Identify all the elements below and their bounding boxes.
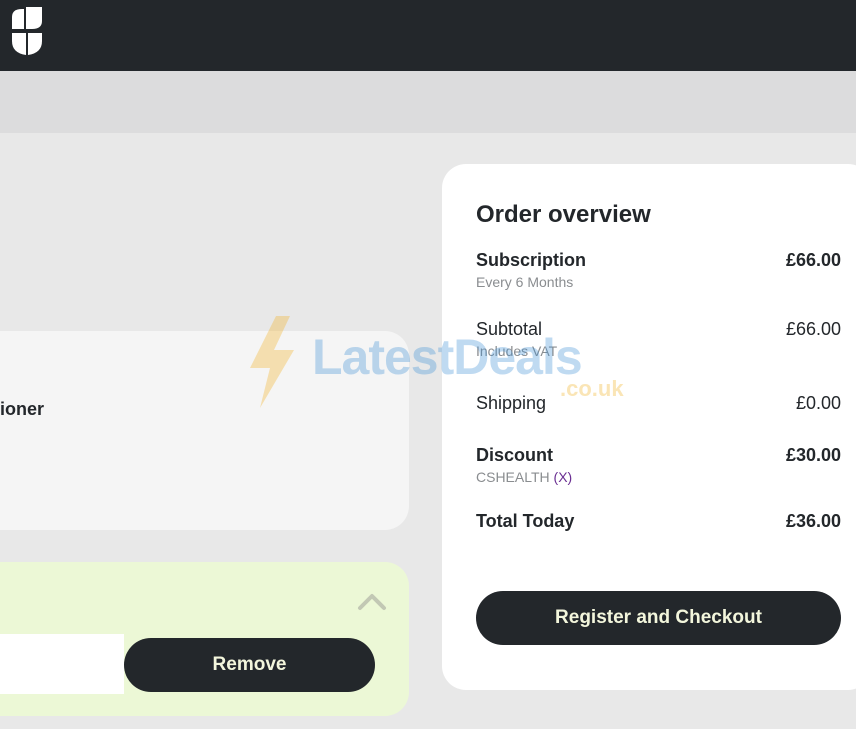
applied-discount-code: CSHEALTH xyxy=(476,469,550,485)
remove-discount-button[interactable]: Remove xyxy=(124,638,375,692)
discount-label: Discount xyxy=(476,445,554,465)
discount-code-line: CSHEALTH (X) xyxy=(476,469,572,485)
order-overview-title: Order overview xyxy=(476,201,651,228)
subtotal-amount: £66.00 xyxy=(785,319,841,339)
chevron-up-icon[interactable] xyxy=(354,590,390,614)
shipping-label: Shipping xyxy=(476,393,547,413)
subtotal-label: Subtotal xyxy=(476,319,543,339)
total-amount: £36.00 xyxy=(785,511,841,531)
subscription-label: Subscription xyxy=(476,250,587,270)
product-name: ioner xyxy=(0,399,45,419)
top-navigation-bar xyxy=(0,0,856,71)
discount-amount: £30.00 xyxy=(785,445,841,465)
subscription-frequency: Every 6 Months xyxy=(476,274,574,290)
vat-note: Includes VAT xyxy=(476,343,558,359)
brand-logo-icon[interactable] xyxy=(10,7,44,55)
discount-code-panel: Remove xyxy=(0,562,409,716)
order-overview-card: Order overview Subscription £66.00 Every… xyxy=(442,164,856,690)
secondary-bar xyxy=(0,71,856,133)
product-card: ioner xyxy=(0,331,409,530)
total-label: Total Today xyxy=(476,511,575,531)
register-and-checkout-button[interactable]: Register and Checkout xyxy=(476,591,841,645)
subscription-amount: £66.00 xyxy=(785,250,841,270)
remove-code-link[interactable]: (X) xyxy=(554,469,573,485)
discount-code-input[interactable] xyxy=(0,634,124,694)
shipping-amount: £0.00 xyxy=(795,393,841,413)
